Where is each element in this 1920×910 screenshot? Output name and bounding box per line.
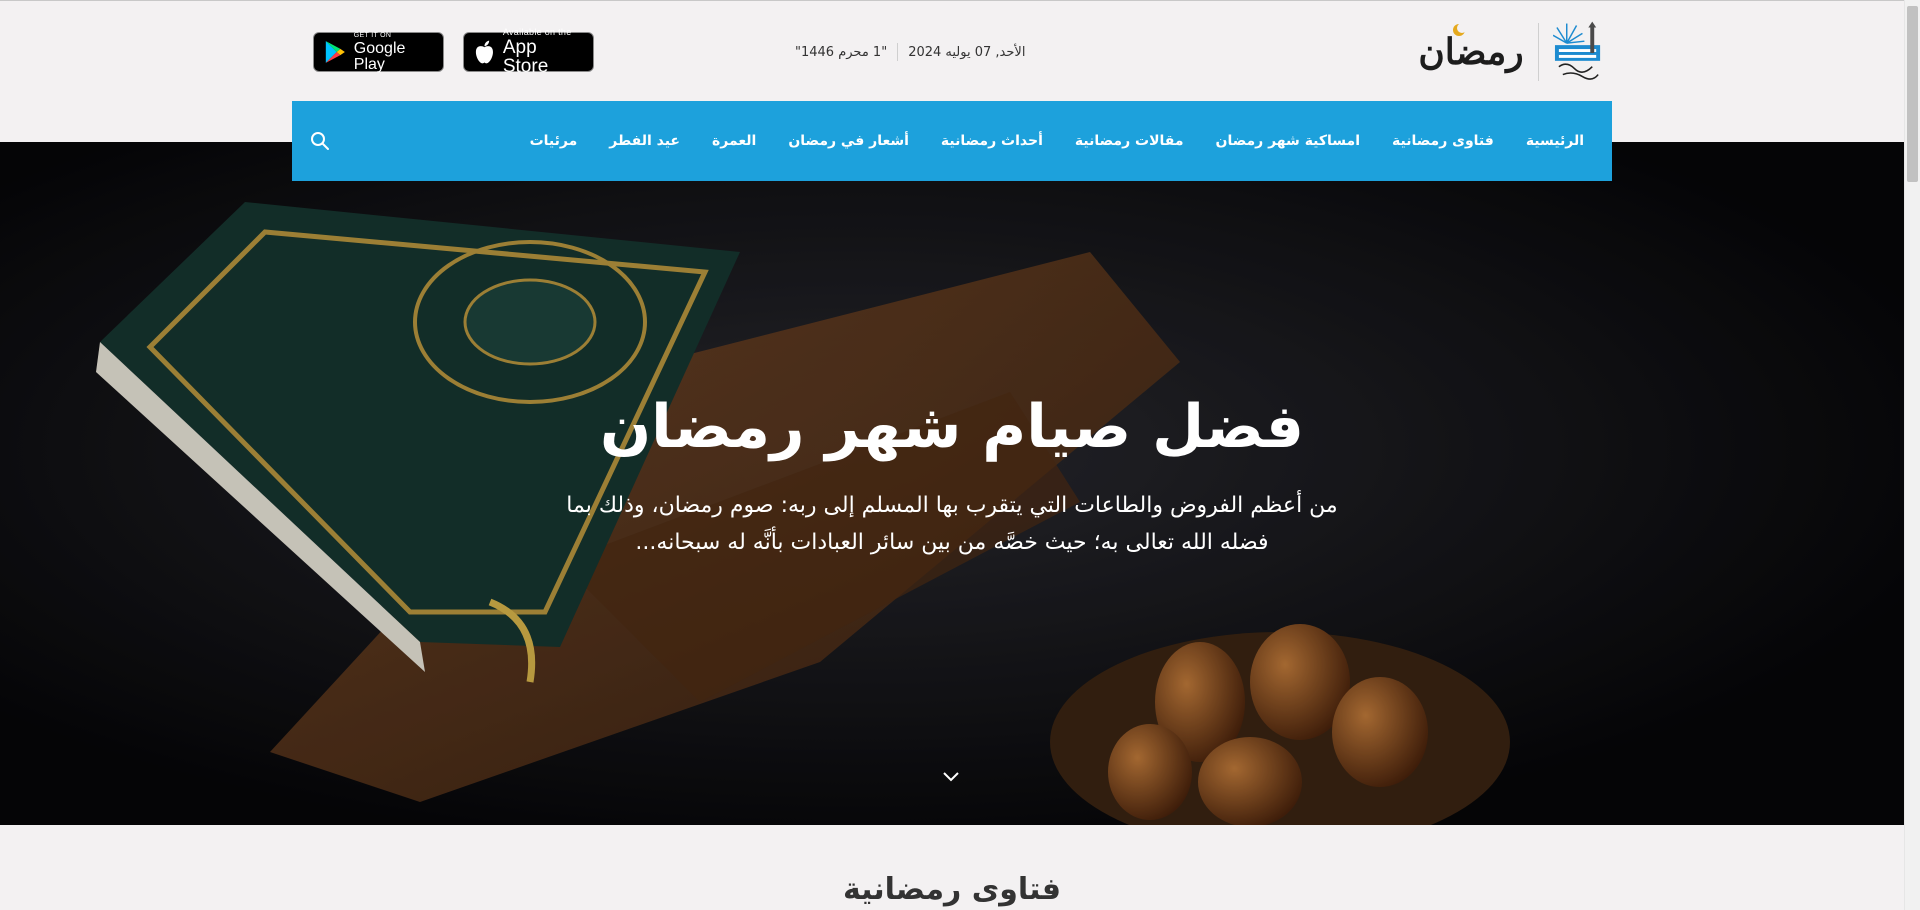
google-play-icon xyxy=(325,41,345,63)
google-play-badge[interactable]: GET IT ON Google Play xyxy=(313,32,444,72)
hero-title[interactable]: فضل صيام شهر رمضان xyxy=(0,392,1904,462)
logo-text: رمضان xyxy=(1418,31,1524,73)
hero-banner: فضل صيام شهر رمضان من أعظم الفروض والطاع… xyxy=(0,142,1904,825)
crescent-moon-icon xyxy=(1453,23,1466,36)
nav-item-umrah[interactable]: العمرة xyxy=(712,133,756,149)
apple-icon xyxy=(475,40,493,64)
nav-item-videos[interactable]: مرئيات xyxy=(530,133,578,149)
logo-divider xyxy=(1537,23,1539,81)
site-logo[interactable]: رمضان xyxy=(1418,19,1604,85)
section-title: فتاوى رمضانية xyxy=(842,872,1062,907)
nav-item-articles[interactable]: مقالات رمضانية xyxy=(1075,133,1184,149)
gregorian-date: الأحد, 07 يوليه 2024 xyxy=(908,44,1026,60)
nav-item-poems[interactable]: أشعار في رمضان xyxy=(788,133,909,149)
date-display: الأحد, 07 يوليه 2024 "1 محرم 1446" xyxy=(795,41,1025,63)
search-icon[interactable] xyxy=(310,131,330,151)
dar-al-ifta-emblem-icon[interactable] xyxy=(1552,21,1604,83)
google-play-big-text: Google Play xyxy=(353,39,406,73)
scrollbar-thumb[interactable] xyxy=(1907,6,1918,182)
google-play-small-text: GET IT ON xyxy=(353,31,392,39)
chevron-down-icon[interactable] xyxy=(941,770,961,784)
nav-item-home[interactable]: الرئيسية xyxy=(1526,133,1584,149)
hijri-date: "1 محرم 1446" xyxy=(795,44,888,60)
hero-background-image xyxy=(0,142,1904,825)
app-store-badge[interactable]: Available on the App Store xyxy=(463,28,594,76)
hero-description-line-1: من أعظم الفروض والطاعات التي يتقرب بها ا… xyxy=(566,493,1338,518)
hero-description: من أعظم الفروض والطاعات التي يتقرب بها ا… xyxy=(552,487,1352,561)
nav-item-events[interactable]: أحداث رمضانية xyxy=(941,133,1043,149)
nav-item-ramadan-fatwas[interactable]: فتاوى رمضانية xyxy=(1392,133,1494,149)
hero-description-line-2: فضله الله تعالى به؛ حيث خصَّه من بين سائ… xyxy=(635,530,1269,555)
ramadan-logo[interactable]: رمضان xyxy=(1418,19,1524,85)
app-store-big-text: App Store xyxy=(502,37,549,77)
date-separator xyxy=(897,43,899,61)
app-store-small-text: Available on the xyxy=(502,27,572,37)
nav-item-imsakiya[interactable]: امساكية شهر رمضان xyxy=(1216,133,1361,149)
main-nav: الرئيسية فتاوى رمضانية امساكية شهر رمضان… xyxy=(292,101,1612,181)
page-scrollbar[interactable] xyxy=(1904,0,1920,910)
nav-item-eid[interactable]: عيد الفطر xyxy=(609,133,680,149)
